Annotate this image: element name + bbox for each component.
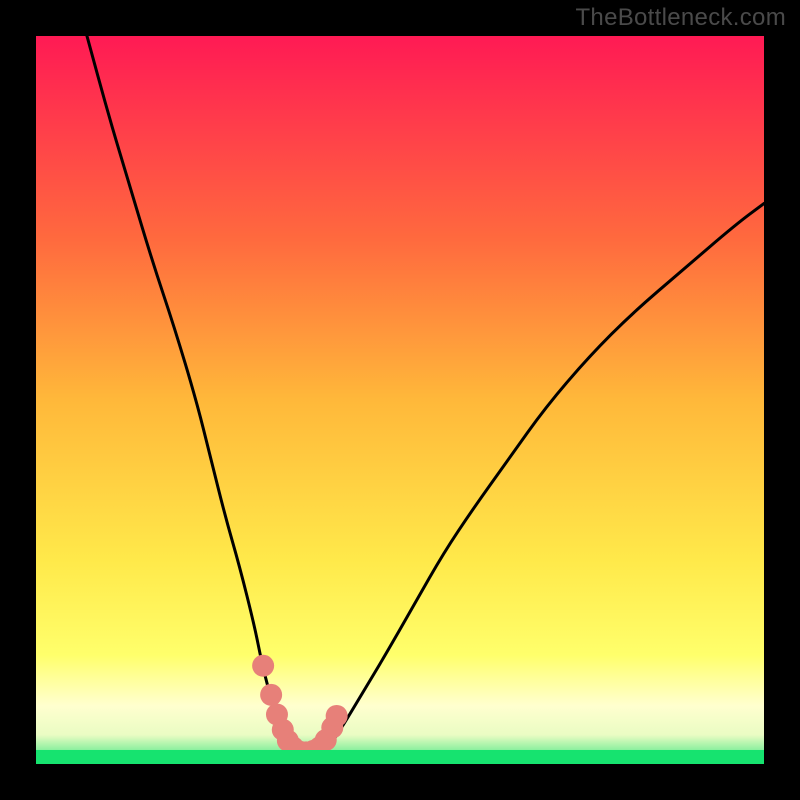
watermark-text: TheBottleneck.com [575, 4, 786, 32]
marker-dot [260, 684, 282, 706]
gradient-background [36, 36, 764, 764]
page-root: TheBottleneck.com [0, 0, 800, 800]
marker-dot [326, 705, 348, 727]
chart-svg [36, 36, 764, 764]
plot-area [36, 36, 764, 764]
marker-dot [252, 655, 274, 677]
green-baseline-strip [36, 750, 764, 764]
